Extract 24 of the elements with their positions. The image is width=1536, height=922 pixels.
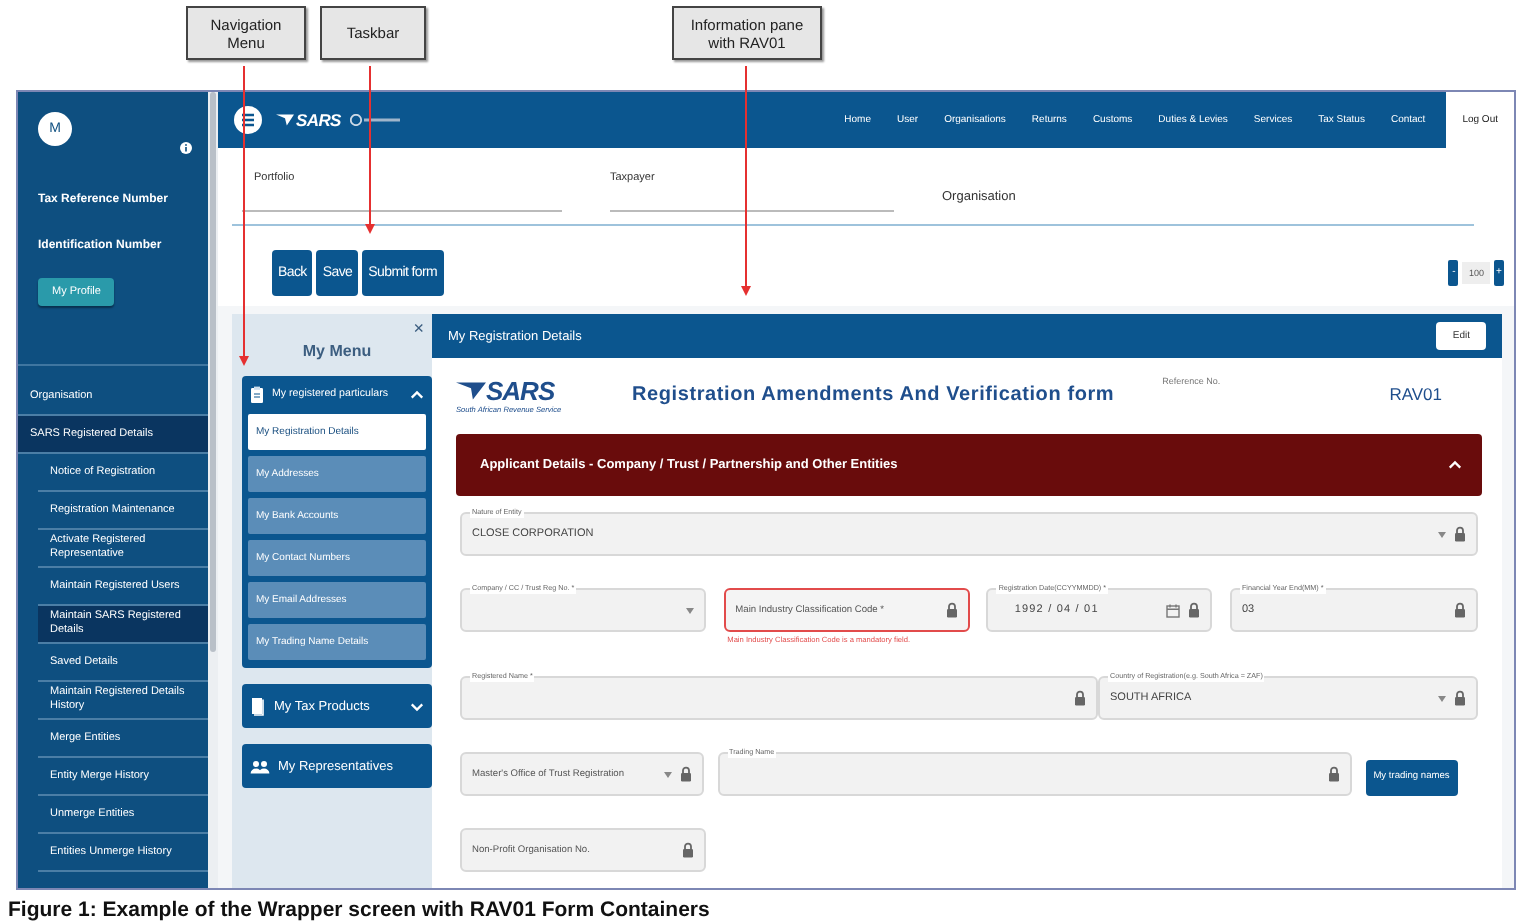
info-icon[interactable]	[180, 142, 192, 154]
dropdown-caret-icon	[1438, 695, 1446, 701]
sars-logo: SARS	[486, 375, 555, 405]
people-icon	[250, 759, 270, 773]
menu-icon[interactable]	[234, 106, 262, 134]
dropdown-caret-icon	[1438, 531, 1446, 537]
form-title: Registration Amendments And Verification form	[632, 383, 1115, 405]
efiling-logo-icon	[350, 114, 403, 126]
menu-title: My Menu	[300, 342, 374, 360]
reference-value: RAV01	[1389, 384, 1442, 404]
clipboard-icon	[250, 385, 264, 403]
scrollbar-thumb[interactable]	[210, 92, 216, 652]
close-button[interactable]: ×	[413, 318, 424, 338]
chevron-icon[interactable]	[1448, 460, 1462, 470]
logo-icon	[456, 381, 486, 399]
chevron-icon[interactable]	[410, 701, 424, 711]
chevron-icon[interactable]	[410, 389, 424, 399]
book-icon	[250, 696, 266, 716]
figure-caption: Figure 1: Example of the Wrapper screen with RAV01 Form Containers	[8, 898, 712, 922]
sars-logo: SARS	[296, 110, 341, 130]
dropdown-caret-icon	[686, 607, 694, 613]
dropdown-caret-icon	[663, 771, 672, 777]
logo-icon	[276, 114, 294, 126]
calendar-icon[interactable]	[1166, 603, 1181, 617]
